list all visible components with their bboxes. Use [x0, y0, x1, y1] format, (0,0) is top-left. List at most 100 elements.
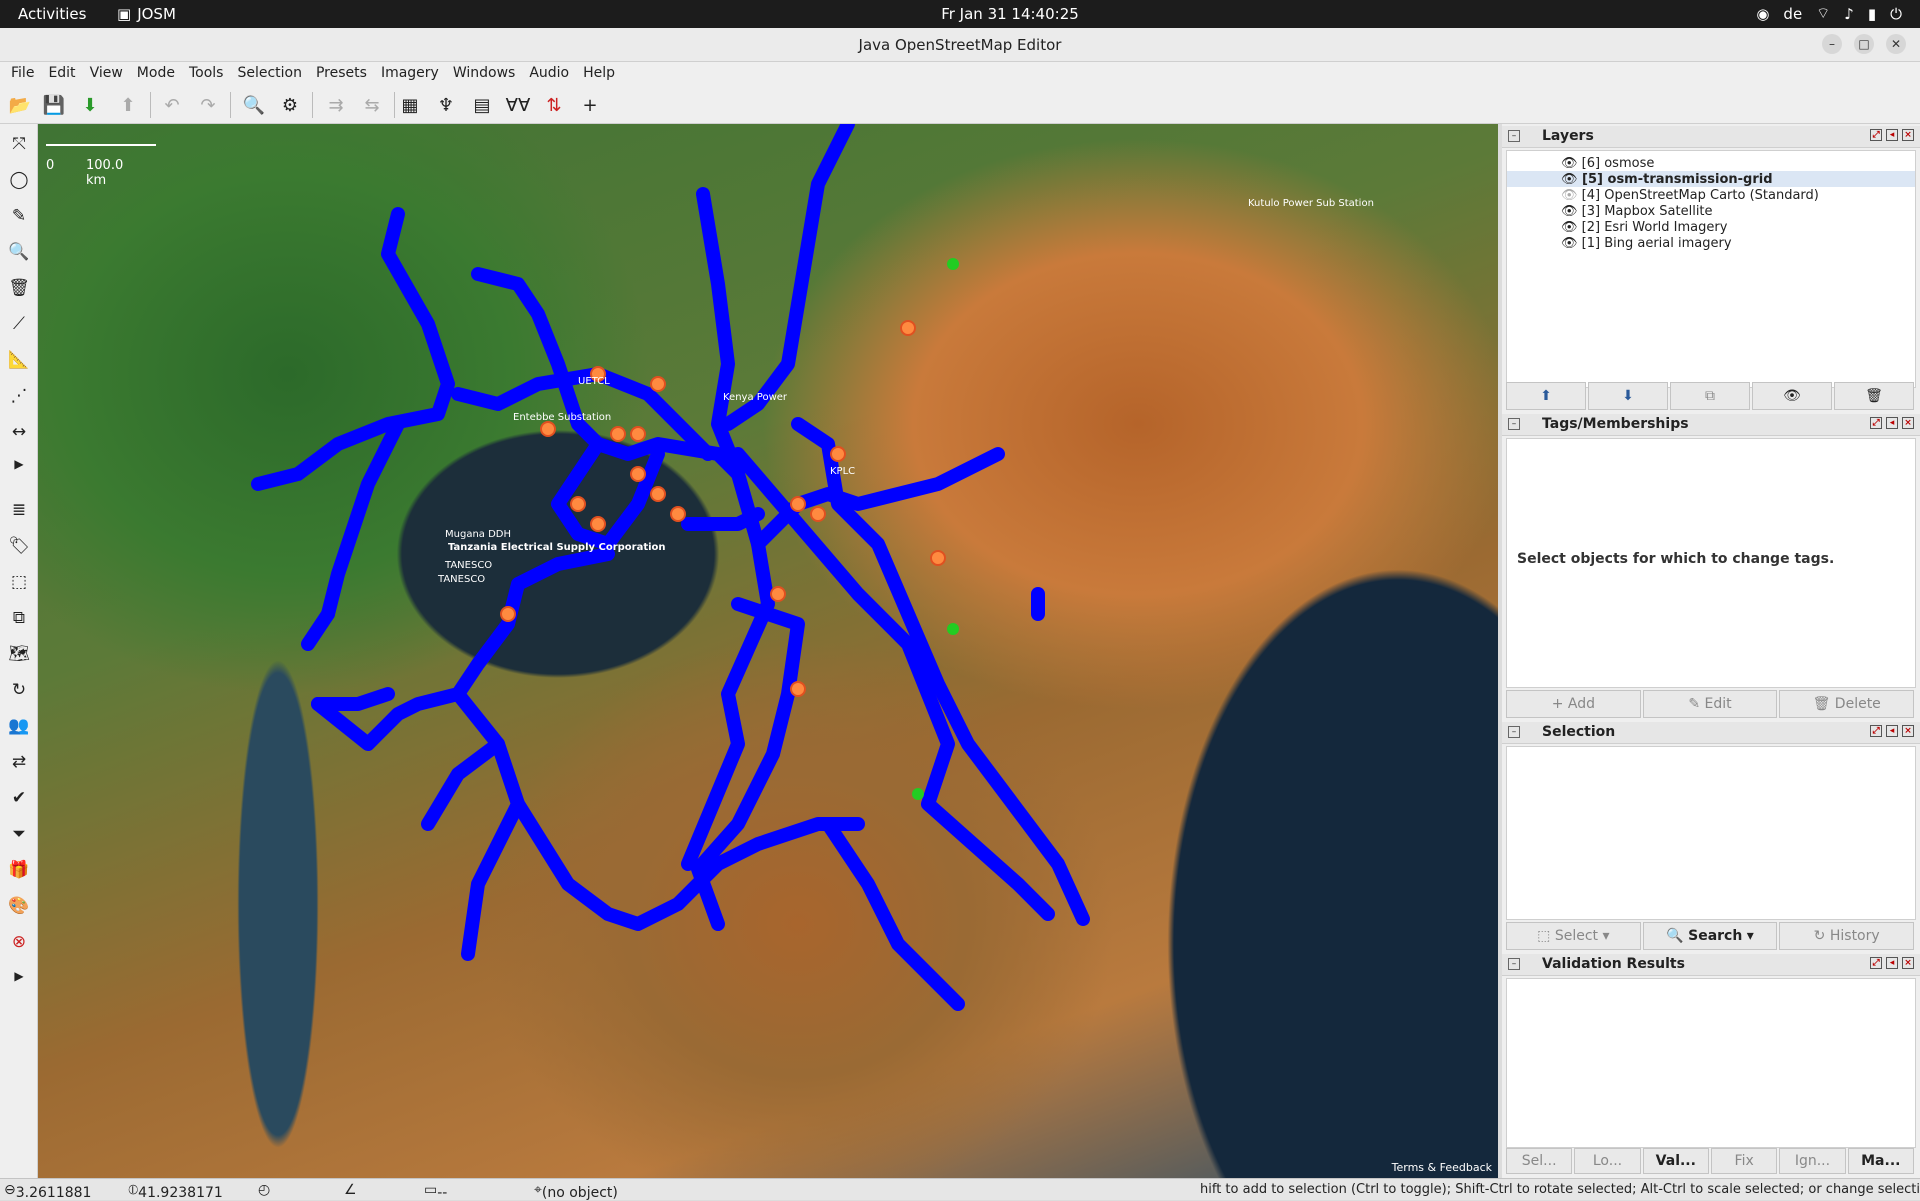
minimize-panel-icon[interactable]: ◂: [1886, 957, 1898, 969]
menu-presets[interactable]: Presets: [309, 62, 374, 86]
select-button[interactable]: ⬚ Select ▾: [1506, 922, 1641, 950]
validation-toggle-icon[interactable]: ✔: [3, 782, 35, 814]
filter-toggle-icon[interactable]: ⏷: [3, 818, 35, 850]
layer-row[interactable]: 👁 [3] Mapbox Satellite: [1561, 203, 1713, 219]
split-way-icon[interactable]: ⇆: [356, 89, 388, 121]
close-button[interactable]: ✕: [1886, 34, 1906, 54]
conflict-toggle-icon[interactable]: ⇄: [3, 746, 35, 778]
history-toggle-icon[interactable]: ↻: [3, 674, 35, 706]
minimize-panel-icon[interactable]: ◂: [1886, 129, 1898, 141]
wifi-icon[interactable]: ⌔: [1816, 4, 1830, 23]
osmose-toggle-icon[interactable]: ⊗: [3, 926, 35, 958]
collapse-icon[interactable]: –: [1508, 130, 1520, 142]
parallel-way-icon[interactable]: ⋰: [3, 380, 35, 412]
delete-mode-icon[interactable]: 🗑: [3, 272, 35, 304]
detach-icon[interactable]: ⤢: [1870, 957, 1882, 969]
close-panel-icon[interactable]: ×: [1902, 129, 1914, 141]
menu-tools[interactable]: Tools: [182, 62, 231, 86]
merge-icon[interactable]: ⧉: [1670, 382, 1750, 410]
validation-panel-header[interactable]: – Validation Results ⤢ ◂ ×: [1502, 954, 1920, 976]
minimize-panel-icon[interactable]: ◂: [1886, 725, 1898, 737]
app-menu[interactable]: ▣ JOSM: [117, 5, 176, 23]
substation-icon[interactable]: ▤: [466, 89, 498, 121]
notes-toggle-icon[interactable]: 🎁: [3, 854, 35, 886]
layer-row[interactable]: 👁 [4] OpenStreetMap Carto (Standard): [1561, 187, 1819, 203]
selection-list[interactable]: [1506, 746, 1916, 920]
menu-audio[interactable]: Audio: [522, 62, 576, 86]
layer-row[interactable]: 👁 [2] Esri World Imagery: [1561, 219, 1727, 235]
collapse-icon[interactable]: –: [1508, 418, 1520, 430]
layer-row-active[interactable]: 👁 [5] osm-transmission-grid: [1507, 171, 1915, 187]
menu-selection[interactable]: Selection: [230, 62, 309, 86]
close-panel-icon[interactable]: ×: [1902, 957, 1914, 969]
power-tower-icon[interactable]: ♆: [430, 89, 462, 121]
relations-toggle-icon[interactable]: ⧉: [3, 602, 35, 634]
validation-lookup-button[interactable]: Lo...: [1574, 1148, 1641, 1174]
detach-icon[interactable]: ⤢: [1870, 129, 1882, 141]
close-panel-icon[interactable]: ×: [1902, 725, 1914, 737]
visibility-icon[interactable]: 👁: [1752, 382, 1832, 410]
maximize-button[interactable]: □: [1854, 34, 1874, 54]
zoom-to-data-icon[interactable]: 🔍: [238, 89, 270, 121]
delete-layer-icon[interactable]: 🗑: [1834, 382, 1914, 410]
eye-icon[interactable]: 👁: [1561, 236, 1578, 251]
eye-icon[interactable]: 👁: [1561, 204, 1578, 219]
tags-table[interactable]: Select objects for which to change tags.: [1506, 438, 1916, 688]
select-mode-icon[interactable]: ⤧: [3, 128, 35, 160]
validate-button[interactable]: Val...: [1642, 1148, 1709, 1174]
eye-icon[interactable]: 👁: [1561, 172, 1578, 187]
measurement-icon[interactable]: 📐: [3, 344, 35, 376]
history-button[interactable]: ↻ History: [1779, 922, 1915, 950]
add-node-icon[interactable]: +: [574, 89, 606, 121]
layer-row[interactable]: 👁 [1] Bing aerial imagery: [1561, 235, 1732, 251]
zoom-mode-icon[interactable]: 🔍: [3, 236, 35, 268]
map-paint-icon[interactable]: 🗺: [3, 638, 35, 670]
menu-imagery[interactable]: Imagery: [374, 62, 446, 86]
layers-list[interactable]: 👁 [6] osmose 👁 [5] osm-transmission-grid…: [1506, 150, 1916, 388]
validation-tree[interactable]: [1506, 978, 1916, 1148]
search-button[interactable]: 🔍 Search ▾: [1642, 922, 1778, 950]
combine-way-icon[interactable]: ⇉: [320, 89, 352, 121]
detach-icon[interactable]: ⤢: [1870, 725, 1882, 737]
clock[interactable]: Fr Jan 31 14:40:25: [900, 5, 1120, 23]
reverse-way-icon[interactable]: ⇅: [538, 89, 570, 121]
move-up-icon[interactable]: ⬆: [1506, 382, 1586, 410]
draw-mode-icon[interactable]: ✎: [3, 200, 35, 232]
redo-icon[interactable]: ↷: [192, 89, 224, 121]
upload-icon[interactable]: ⬆: [112, 89, 144, 121]
preferences-icon[interactable]: ⚙: [274, 89, 306, 121]
power-line-icon[interactable]: ⱯⱯ: [502, 89, 534, 121]
menu-windows[interactable]: Windows: [446, 62, 523, 86]
validation-select-button[interactable]: Sel...: [1506, 1148, 1573, 1174]
more-toggles-arrow-icon[interactable]: ▶: [3, 960, 35, 992]
system-tray[interactable]: ◉ de ⌔ ♪ ▮ ⏻: [1756, 4, 1902, 23]
discord-icon[interactable]: ◉: [1756, 5, 1769, 23]
minimize-panel-icon[interactable]: ◂: [1886, 417, 1898, 429]
keyboard-layout[interactable]: de: [1783, 5, 1802, 23]
open-icon[interactable]: 📂: [4, 89, 36, 121]
move-down-icon[interactable]: ⬇: [1588, 382, 1668, 410]
layers-panel-header[interactable]: – Layers ⤢ ◂ ×: [1502, 126, 1920, 148]
layers-toggle-icon[interactable]: ≣: [3, 494, 35, 526]
eye-hidden-icon[interactable]: 👁: [1561, 188, 1578, 203]
activities-button[interactable]: Activities: [18, 5, 86, 23]
minimize-button[interactable]: –: [1822, 34, 1842, 54]
tags-toggle-icon[interactable]: 🏷: [3, 530, 35, 562]
collapse-icon[interactable]: –: [1508, 726, 1520, 738]
close-panel-icon[interactable]: ×: [1902, 417, 1914, 429]
authors-toggle-icon[interactable]: 👥: [3, 710, 35, 742]
improve-way-icon[interactable]: ⟋: [3, 308, 35, 340]
edit-tag-button[interactable]: ✎ Edit: [1642, 690, 1778, 718]
add-tag-button[interactable]: + Add: [1506, 690, 1641, 718]
menu-help[interactable]: Help: [576, 62, 622, 86]
download-icon[interactable]: ⬇: [74, 89, 106, 121]
save-icon[interactable]: 💾: [38, 89, 70, 121]
eye-icon[interactable]: 👁: [1561, 156, 1578, 171]
collapse-icon[interactable]: –: [1508, 958, 1520, 970]
selection-panel-header[interactable]: – Selection ⤢ ◂ ×: [1502, 722, 1920, 744]
delete-tag-button[interactable]: 🗑 Delete: [1779, 690, 1915, 718]
layer-row[interactable]: 👁 [6] osmose: [1561, 155, 1654, 171]
volume-icon[interactable]: ♪: [1844, 5, 1854, 23]
menu-file[interactable]: File: [4, 62, 41, 86]
ignore-button[interactable]: Ign...: [1779, 1148, 1846, 1174]
